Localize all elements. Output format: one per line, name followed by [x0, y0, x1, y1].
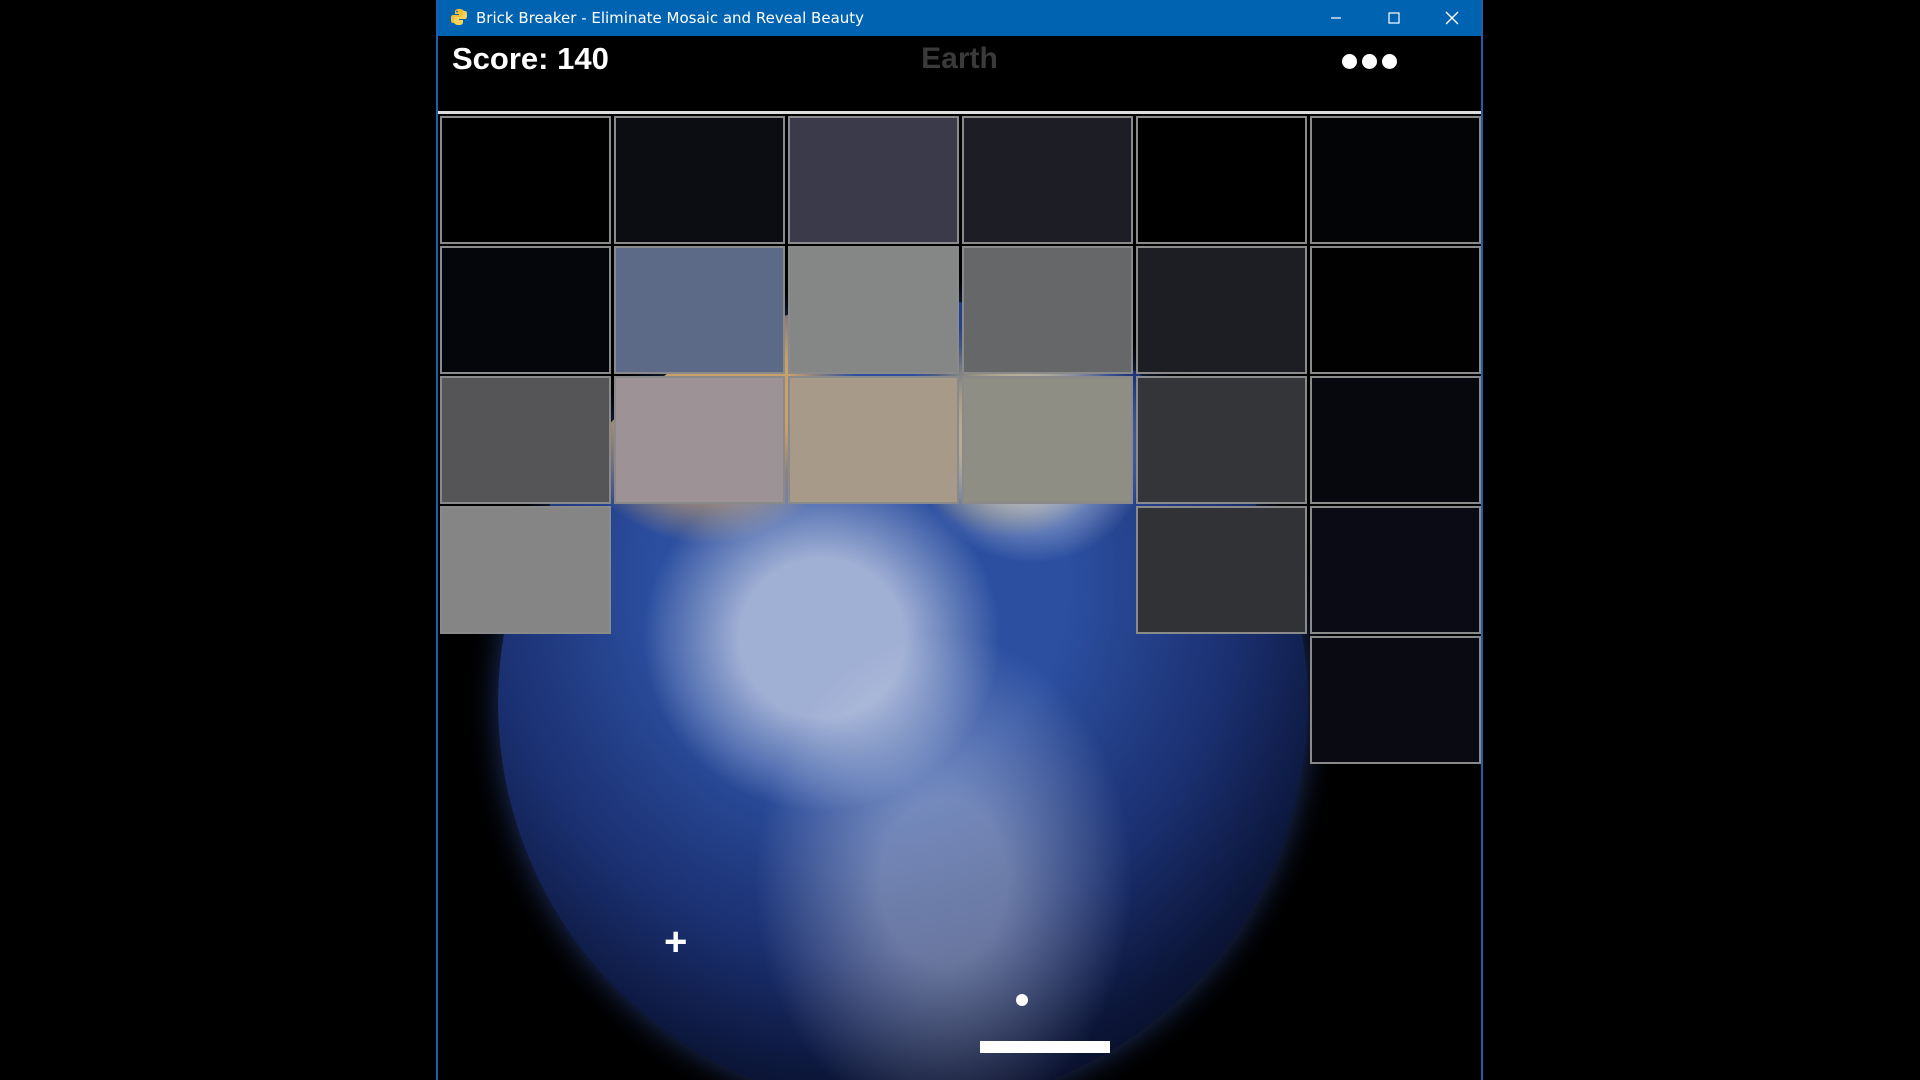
- brick: [614, 116, 785, 244]
- level-name: Earth: [921, 42, 998, 75]
- dot: [1382, 54, 1397, 69]
- close-icon: [1445, 11, 1459, 25]
- ball: [1016, 994, 1028, 1006]
- brick: [962, 376, 1133, 504]
- brick: [440, 376, 611, 504]
- brick: [440, 506, 611, 634]
- paddle[interactable]: [980, 1041, 1110, 1053]
- brick: [1136, 506, 1307, 634]
- dot: [1342, 54, 1357, 69]
- brick: [1136, 116, 1307, 244]
- brick: [1310, 376, 1481, 504]
- playfield[interactable]: +: [438, 78, 1481, 1080]
- brick: [1310, 636, 1481, 764]
- brick: [1136, 376, 1307, 504]
- maximize-button[interactable]: [1365, 0, 1423, 36]
- brick: [614, 376, 785, 504]
- brick: [1310, 246, 1481, 374]
- plus-cursor-icon: +: [664, 920, 688, 964]
- brick: [788, 376, 959, 504]
- maximize-icon: [1388, 12, 1400, 24]
- brick: [1310, 506, 1481, 634]
- brick: [440, 116, 611, 244]
- close-button[interactable]: [1423, 0, 1481, 36]
- brick: [440, 246, 611, 374]
- game-window: Brick Breaker - Eliminate Mosaic and Rev…: [436, 0, 1483, 1080]
- minimize-button[interactable]: [1307, 0, 1365, 36]
- brick: [962, 116, 1133, 244]
- minimize-icon: [1331, 17, 1341, 19]
- hud: Score: 140 Earth: [438, 36, 1481, 114]
- brick: [1310, 116, 1481, 244]
- brick: [1136, 246, 1307, 374]
- more-dots-icon[interactable]: [1342, 54, 1397, 69]
- dot: [1362, 54, 1377, 69]
- brick: [614, 246, 785, 374]
- brick: [788, 246, 959, 374]
- window-title: Brick Breaker - Eliminate Mosaic and Rev…: [476, 9, 865, 27]
- brick: [962, 246, 1133, 374]
- python-icon: [451, 9, 467, 25]
- title-bar[interactable]: Brick Breaker - Eliminate Mosaic and Rev…: [438, 0, 1481, 36]
- brick: [788, 116, 959, 244]
